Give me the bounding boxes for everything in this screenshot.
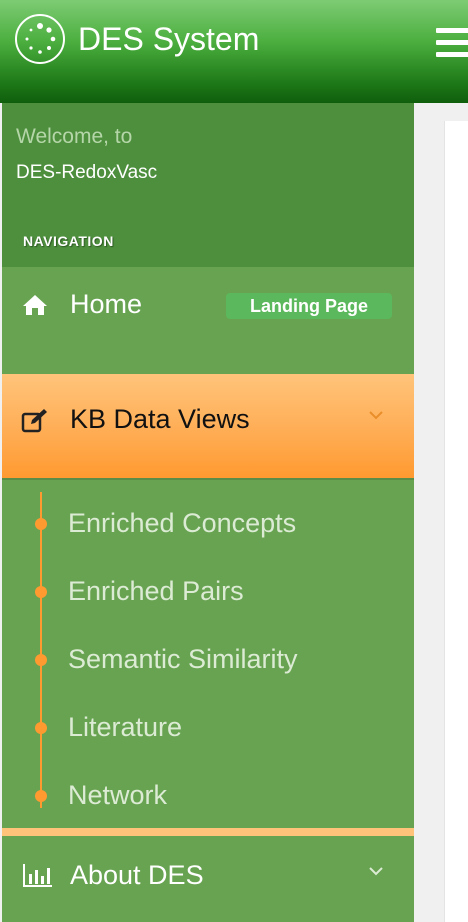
sidebar-item-label: Home [70, 289, 143, 319]
kb-submenu: Enriched Concepts Enriched Pairs Semanti… [2, 480, 414, 828]
submenu-item-label: Semantic Similarity [68, 644, 298, 674]
submenu-item-semantic-similarity[interactable]: Semantic Similarity [2, 640, 414, 680]
chevron-down-icon[interactable] [368, 863, 384, 881]
navigation-header: NAVIGATION [23, 233, 114, 249]
sidebar: Welcome, to DES-RedoxVasc NAVIGATION Hom… [2, 103, 414, 922]
submenu-item-network[interactable]: Network [2, 776, 414, 816]
top-header: DES System [0, 0, 468, 103]
submenu-item-label: Literature [68, 712, 183, 742]
chevron-down-icon[interactable] [368, 407, 384, 425]
app-title[interactable]: DES System [78, 20, 259, 58]
sidebar-item-about-des[interactable]: About DES [2, 836, 414, 922]
bullet-dot-icon [35, 654, 47, 666]
project-name: DES-RedoxVasc [16, 162, 158, 183]
submenu-item-literature[interactable]: Literature [2, 708, 414, 748]
welcome-block: Welcome, to DES-RedoxVasc NAVIGATION [2, 103, 414, 267]
welcome-text: Welcome, to [16, 125, 133, 148]
bar-chart-icon [22, 862, 54, 893]
submenu-item-label: Enriched Pairs [68, 576, 244, 606]
sidebar-item-kb-data-views[interactable]: KB Data Views [2, 374, 414, 480]
sidebar-item-label: About DES [70, 860, 204, 890]
submenu-item-label: Network [68, 780, 168, 810]
hamburger-menu-icon[interactable] [436, 28, 468, 64]
submenu-item-label: Enriched Concepts [68, 508, 297, 538]
submenu-item-enriched-pairs[interactable]: Enriched Pairs [2, 572, 414, 612]
main-content-panel [444, 121, 468, 922]
bullet-dot-icon [35, 518, 47, 530]
home-icon [21, 293, 49, 322]
submenu-item-enriched-concepts[interactable]: Enriched Concepts [2, 504, 414, 544]
landing-page-badge: Landing Page [226, 293, 392, 319]
loading-dots-icon[interactable] [15, 14, 65, 64]
bullet-dot-icon [35, 722, 47, 734]
sidebar-item-home[interactable]: Home Landing Page [2, 267, 414, 373]
sidebar-item-label: KB Data Views [70, 404, 250, 434]
bullet-dot-icon [35, 586, 47, 598]
bullet-dot-icon [35, 790, 47, 802]
divider [2, 828, 414, 836]
edit-icon [20, 408, 50, 439]
